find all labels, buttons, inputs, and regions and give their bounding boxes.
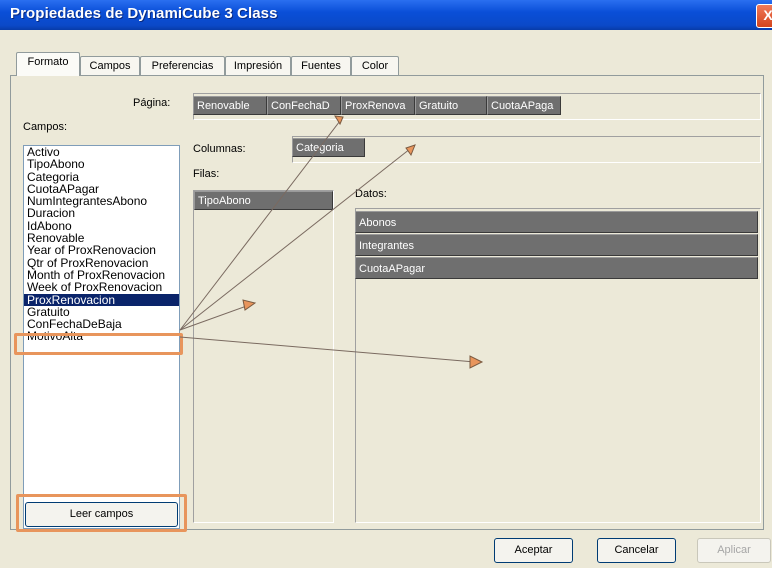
tab-formato[interactable]: Formato: [16, 52, 80, 76]
rows-label: Filas:: [193, 168, 220, 180]
data-field-chip[interactable]: CuotaAPagar: [355, 257, 758, 279]
page-field-chip[interactable]: ProxRenova: [341, 96, 415, 115]
list-item[interactable]: Week of ProxRenovacion: [24, 281, 179, 294]
list-item-selected[interactable]: ProxRenovacion: [24, 293, 179, 306]
page-label: Página:: [133, 97, 171, 109]
fields-label: Campos:: [23, 121, 68, 133]
column-field-chip[interactable]: Categoria: [292, 138, 365, 157]
page-field-chip[interactable]: Renovable: [193, 96, 267, 115]
cancel-button[interactable]: Cancelar: [597, 538, 676, 563]
tab-impresion[interactable]: Impresión: [225, 56, 291, 75]
page-field-chip[interactable]: Gratuito: [415, 96, 487, 115]
tab-color[interactable]: Color: [351, 56, 399, 75]
tab-preferencias[interactable]: Preferencias: [140, 56, 225, 75]
row-field-chip[interactable]: TipoAbono: [194, 191, 333, 210]
close-icon[interactable]: X: [756, 4, 772, 28]
columns-label: Columnas:: [193, 143, 246, 155]
list-item[interactable]: TipoAbono: [24, 158, 179, 171]
data-label: Datos:: [355, 188, 387, 200]
apply-button: Aplicar: [697, 538, 771, 563]
rows-dropzone[interactable]: [193, 190, 334, 523]
window-title: Propiedades de DynamiCube 3 Class: [10, 5, 278, 22]
tab-campos[interactable]: Campos: [80, 56, 140, 75]
list-item[interactable]: Year of ProxRenovacion: [24, 244, 179, 257]
page-field-chip[interactable]: CuotaAPaga: [487, 96, 561, 115]
data-field-chip[interactable]: Integrantes: [355, 234, 758, 256]
data-field-chip[interactable]: Abonos: [355, 211, 758, 233]
title-bar: Propiedades de DynamiCube 3 Class X: [0, 0, 772, 30]
tab-fuentes[interactable]: Fuentes: [291, 56, 351, 75]
list-item[interactable]: Duracion: [24, 207, 179, 220]
accept-button[interactable]: Aceptar: [494, 538, 573, 563]
page-field-chip[interactable]: ConFechaD: [267, 96, 341, 115]
read-fields-highlight: [16, 494, 187, 532]
selected-field-highlight: [14, 333, 183, 355]
